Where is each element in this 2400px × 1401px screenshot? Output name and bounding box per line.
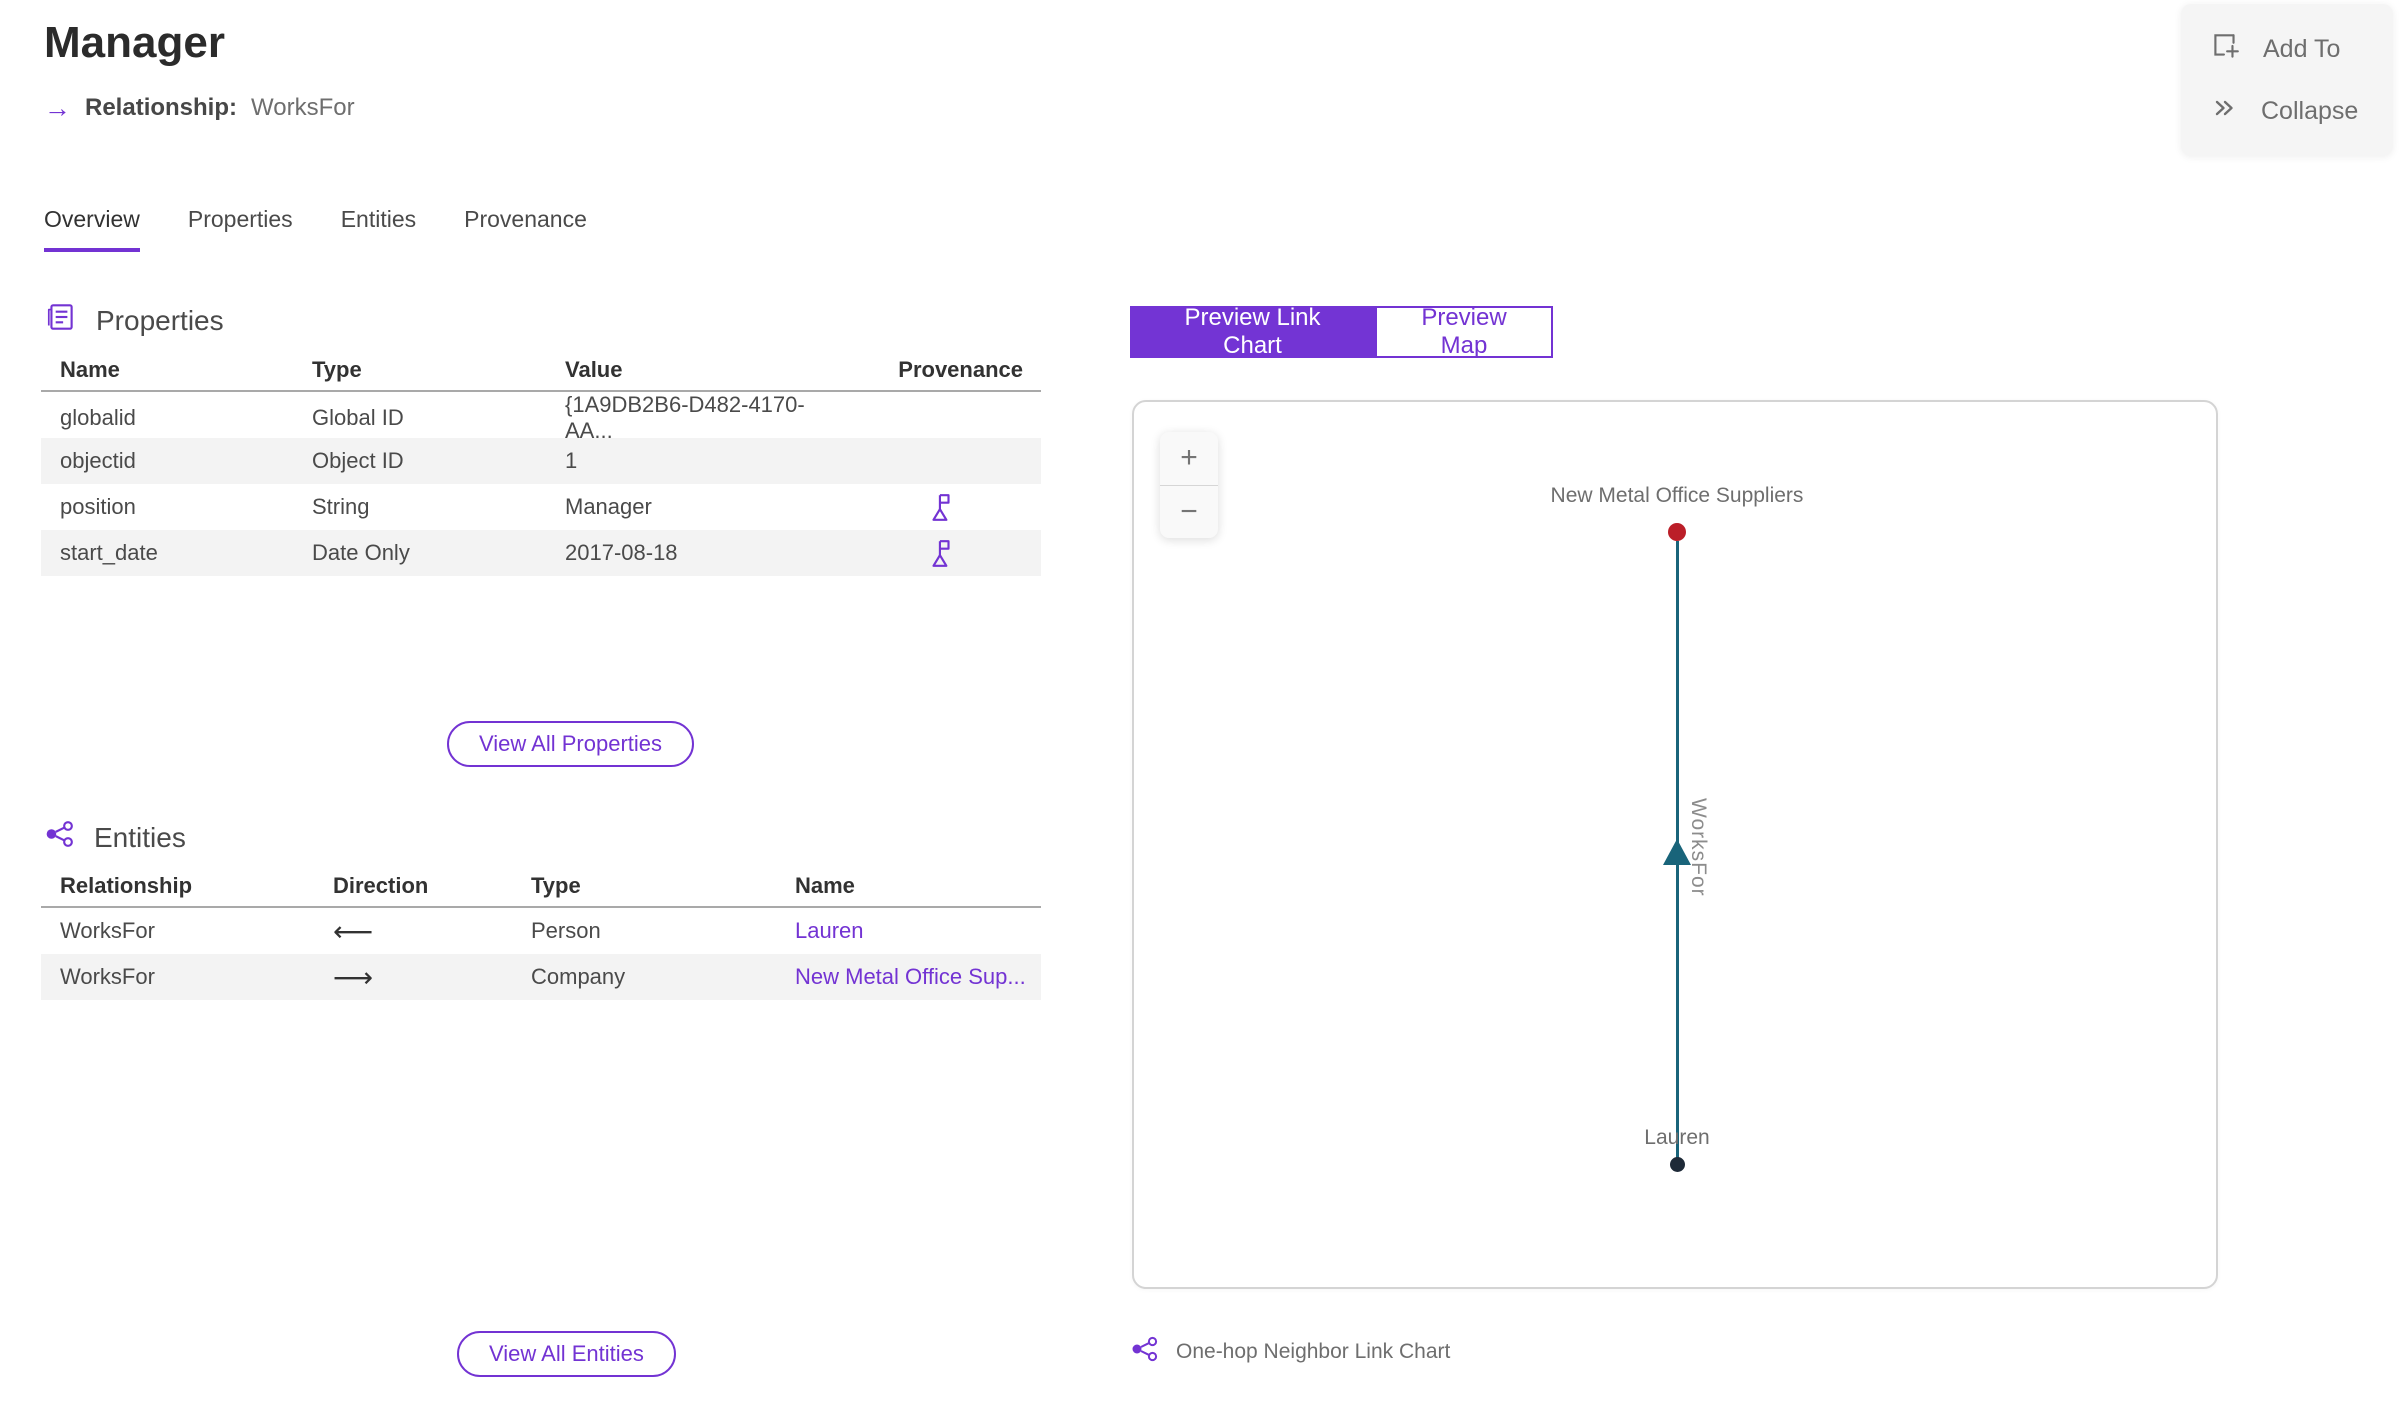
- zoom-out-button[interactable]: −: [1160, 486, 1218, 539]
- property-name: position: [60, 494, 136, 519]
- properties-document-icon: [44, 300, 78, 341]
- entities-table-header: Relationship Direction Type Name: [41, 866, 1041, 908]
- property-name: objectid: [60, 448, 136, 473]
- preview-link-chart-tab[interactable]: Preview Link Chart: [1130, 304, 1375, 359]
- tab-provenance[interactable]: Provenance: [464, 206, 587, 252]
- property-name: start_date: [60, 540, 158, 565]
- page-title: Manager: [44, 18, 225, 67]
- property-value: {1A9DB2B6-D482-4170-AA...: [565, 392, 805, 443]
- property-type: Object ID: [312, 448, 404, 473]
- chart-caption-label: One-hop Neighbor Link Chart: [1176, 1340, 1451, 1363]
- entity-type: Person: [531, 918, 601, 943]
- add-to-button[interactable]: Add To: [2181, 30, 2393, 69]
- graph-node-person[interactable]: [1670, 1157, 1685, 1172]
- col-relationship: Relationship: [60, 873, 193, 898]
- entity-type: Company: [531, 964, 626, 989]
- collapse-button[interactable]: Collapse: [2181, 93, 2393, 130]
- property-value: 2017-08-18: [565, 540, 678, 565]
- link-chart-canvas[interactable]: + − New Metal Office Suppliers WorksFor …: [1132, 400, 2218, 1289]
- node-label-company: New Metal Office Suppliers: [1550, 484, 1804, 507]
- entity-name-link[interactable]: New Metal Office Sup...: [795, 964, 1026, 989]
- col-type: Type: [531, 873, 581, 898]
- provenance-flag-icon[interactable]: [929, 492, 953, 522]
- relationship-arrow-icon: →: [44, 92, 71, 123]
- table-row: start_date Date Only 2017-08-18: [41, 530, 1041, 576]
- property-type: String: [312, 494, 370, 519]
- table-row: WorksFor ⟶ Company New Metal Office Sup.…: [41, 954, 1041, 1000]
- zoom-controls: + −: [1160, 432, 1218, 538]
- property-type: Date Only: [312, 540, 410, 565]
- entity-relationship: WorksFor: [60, 964, 155, 989]
- table-row: globalid Global ID {1A9DB2B6-D482-4170-A…: [41, 392, 1041, 443]
- property-name: globalid: [60, 405, 136, 430]
- provenance-flag-icon[interactable]: [929, 538, 953, 568]
- relationship-label: Relationship:: [85, 94, 238, 121]
- col-provenance: Provenance: [898, 357, 1023, 382]
- property-value: 1: [565, 448, 578, 473]
- properties-table: Name Type Value Provenance globalid Glob…: [41, 350, 1041, 576]
- tab-properties[interactable]: Properties: [188, 206, 293, 252]
- direction-left-arrow-icon: ⟵: [333, 915, 374, 947]
- entities-section-title: Entities: [44, 818, 186, 857]
- preview-toggle: Preview Link Chart Preview Map: [1130, 304, 1553, 359]
- zoom-in-button[interactable]: +: [1160, 432, 1218, 486]
- table-row: objectid Object ID 1: [41, 438, 1041, 484]
- double-chevron-right-icon: [2209, 93, 2239, 130]
- add-to-icon: [2209, 30, 2241, 69]
- quick-actions-panel: Add To Collapse: [2181, 4, 2393, 156]
- link-nodes-icon: [44, 818, 76, 857]
- link-nodes-icon: [1130, 1334, 1160, 1370]
- property-type: Global ID: [312, 405, 404, 430]
- entity-relationship: WorksFor: [60, 918, 155, 943]
- entities-section-label: Entities: [94, 821, 186, 853]
- property-value: Manager: [565, 494, 652, 519]
- graph-edge-label: WorksFor: [1687, 798, 1710, 897]
- view-all-entities-button[interactable]: View All Entities: [457, 1331, 676, 1377]
- add-to-label: Add To: [2263, 35, 2341, 63]
- col-direction: Direction: [333, 873, 429, 898]
- col-value: Value: [565, 357, 623, 382]
- node-label-person: Lauren: [1644, 1126, 1710, 1149]
- graph-node-company[interactable]: [1668, 523, 1686, 541]
- relationship-value: WorksFor: [251, 94, 355, 121]
- entities-table: Relationship Direction Type Name WorksFo…: [41, 866, 1041, 1000]
- view-all-properties-button[interactable]: View All Properties: [447, 721, 695, 767]
- preview-map-tab[interactable]: Preview Map: [1375, 304, 1553, 359]
- direction-right-arrow-icon: ⟶: [333, 961, 374, 993]
- collapse-label: Collapse: [2261, 97, 2359, 125]
- properties-section-label: Properties: [96, 304, 224, 336]
- col-name: Name: [60, 357, 120, 382]
- col-type: Type: [312, 357, 362, 382]
- col-name: Name: [795, 873, 855, 898]
- chart-caption: One-hop Neighbor Link Chart: [1130, 1334, 1450, 1370]
- tab-entities[interactable]: Entities: [341, 206, 416, 252]
- relationship-subtitle: → Relationship: WorksFor: [44, 94, 355, 122]
- entity-name-link[interactable]: Lauren: [795, 918, 864, 943]
- properties-section-title: Properties: [44, 300, 224, 341]
- properties-table-header: Name Type Value Provenance: [41, 350, 1041, 392]
- detail-tabs: Overview Properties Entities Provenance: [44, 206, 587, 252]
- tab-overview[interactable]: Overview: [44, 206, 140, 252]
- table-row: position String Manager: [41, 484, 1041, 530]
- table-row: WorksFor ⟵ Person Lauren: [41, 908, 1041, 954]
